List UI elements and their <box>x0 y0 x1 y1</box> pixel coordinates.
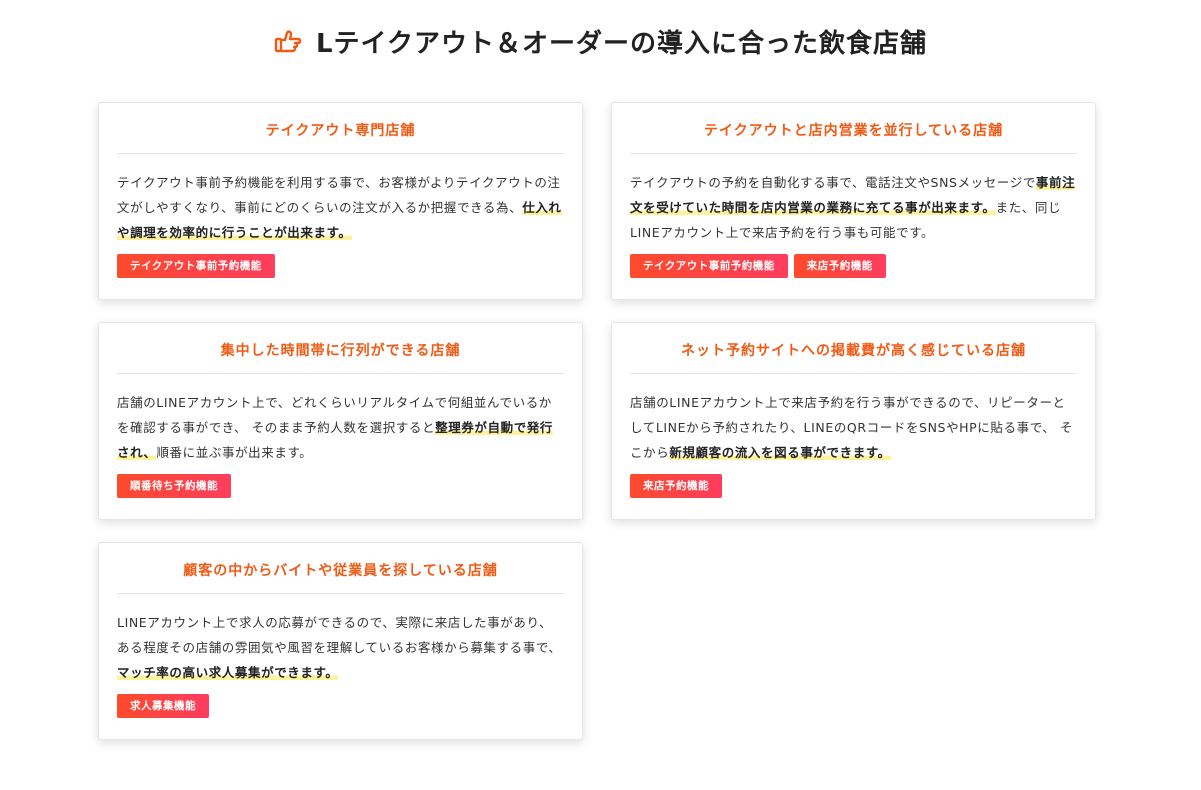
card-text: テイクアウトの予約を自動化する事で、電話注文やSNSメッセージで <box>630 175 1036 190</box>
card-description: テイクアウトの予約を自動化する事で、電話注文やSNSメッセージで事前注文を受けて… <box>630 170 1077 245</box>
card-description: 店舗のLINEアカウント上で、どれくらいリアルタイムで何組並んでいるかを確認する… <box>117 390 564 465</box>
feature-tag[interactable]: 来店予約機能 <box>630 474 722 498</box>
card-title: テイクアウトと店内営業を並行している店舗 <box>630 103 1077 154</box>
card-title: 顧客の中からバイトや従業員を探している店舗 <box>117 543 564 594</box>
store-type-card: ネット予約サイトへの掲載費が高く感じている店舗 店舗のLINEアカウント上で来店… <box>611 322 1096 520</box>
feature-tag[interactable]: テイクアウト事前予約機能 <box>117 254 275 278</box>
feature-tag[interactable]: 順番待ち予約機能 <box>117 474 231 498</box>
card-title: ネット予約サイトへの掲載費が高く感じている店舗 <box>630 323 1077 374</box>
store-type-card: 顧客の中からバイトや従業員を探している店舗 LINEアカウント上で求人の応募がで… <box>98 542 583 740</box>
card-title: テイクアウト専門店舗 <box>117 103 564 154</box>
card-description: テイクアウト事前予約機能を利用する事で、お客様がよりテイクアウトの注文がしやすく… <box>117 170 564 245</box>
feature-tags: 求人募集機能 <box>117 694 564 718</box>
store-type-card: テイクアウトと店内営業を並行している店舗 テイクアウトの予約を自動化する事で、電… <box>611 102 1096 300</box>
page-title: Lテイクアウト＆オーダーの導入に合った飲食店舗 <box>0 26 1201 62</box>
feature-tag[interactable]: 求人募集機能 <box>117 694 209 718</box>
card-highlight-text: 新規顧客の流入を図る事ができます。 <box>669 445 891 460</box>
card-text: テイクアウト事前予約機能を利用する事で、お客様がよりテイクアウトの注文がしやすく… <box>117 175 561 215</box>
page-title-text: Lテイクアウト＆オーダーの導入に合った飲食店舗 <box>315 29 928 59</box>
store-type-card: 集中した時間帯に行列ができる店舗 店舗のLINEアカウント上で、どれくらいリアル… <box>98 322 583 520</box>
card-text: LINEアカウント上で求人の応募ができるので、実際に来店した事があり、ある程度そ… <box>117 615 562 655</box>
feature-tags: テイクアウト事前予約機能 <box>117 254 564 278</box>
card-highlight-text: マッチ率の高い求人募集ができます。 <box>117 665 339 680</box>
card-description: 店舗のLINEアカウント上で来店予約を行う事ができるので、リピーターとしてLIN… <box>630 390 1077 465</box>
card-text-after: 順番に並ぶ事が出来ます。 <box>156 445 313 460</box>
thumb-point-right-icon <box>274 28 302 56</box>
card-description: LINEアカウント上で求人の応募ができるので、実際に来店した事があり、ある程度そ… <box>117 610 564 685</box>
card-title: 集中した時間帯に行列ができる店舗 <box>117 323 564 374</box>
feature-tag[interactable]: テイクアウト事前予約機能 <box>630 254 788 278</box>
feature-tags: 来店予約機能 <box>630 474 1077 498</box>
feature-tags: テイクアウト事前予約機能 来店予約機能 <box>630 254 1077 278</box>
feature-tags: 順番待ち予約機能 <box>117 474 564 498</box>
store-type-card: テイクアウト専門店舗 テイクアウト事前予約機能を利用する事で、お客様がよりテイク… <box>98 102 583 300</box>
feature-tag[interactable]: 来店予約機能 <box>793 254 886 278</box>
